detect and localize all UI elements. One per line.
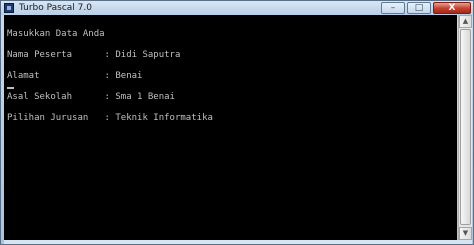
close-button[interactable]: X (433, 2, 471, 14)
text-cursor (7, 87, 14, 89)
window-title: Turbo Pascal 7.0 (19, 3, 92, 13)
minimize-button[interactable]: – (381, 2, 405, 14)
console-line-asal-sekolah: Asal Sekolah : Sma 1 Benai (7, 92, 175, 102)
window-bottom-edge (4, 240, 472, 244)
terminal-window: Turbo Pascal 7.0 – □ X Masukkan Data And… (0, 0, 474, 245)
console-line-pilihan-jurusan: Pilihan Jurusan : Teknik Informatika (7, 113, 213, 123)
vertical-scrollbar[interactable]: ▲ ▼ (458, 15, 472, 240)
maximize-button[interactable]: □ (407, 2, 431, 14)
console-output-area[interactable]: Masukkan Data Anda Nama Peserta : Didi S… (4, 15, 457, 240)
turbo-pascal-app-icon[interactable] (4, 3, 14, 13)
title-bar[interactable]: Turbo Pascal 7.0 – □ X (1, 1, 473, 15)
console-text: Masukkan Data Anda Nama Peserta : Didi S… (7, 17, 213, 136)
console-line-prompt: Masukkan Data Anda (7, 29, 105, 39)
scroll-down-arrow-icon[interactable]: ▼ (459, 227, 472, 240)
console-line-alamat: Alamat : Benai (7, 71, 143, 81)
window-controls: – □ X (381, 2, 471, 14)
console-line-nama-peserta: Nama Peserta : Didi Saputra (7, 50, 181, 60)
scroll-up-arrow-icon[interactable]: ▲ (459, 15, 472, 28)
scrollbar-thumb[interactable] (460, 29, 471, 225)
